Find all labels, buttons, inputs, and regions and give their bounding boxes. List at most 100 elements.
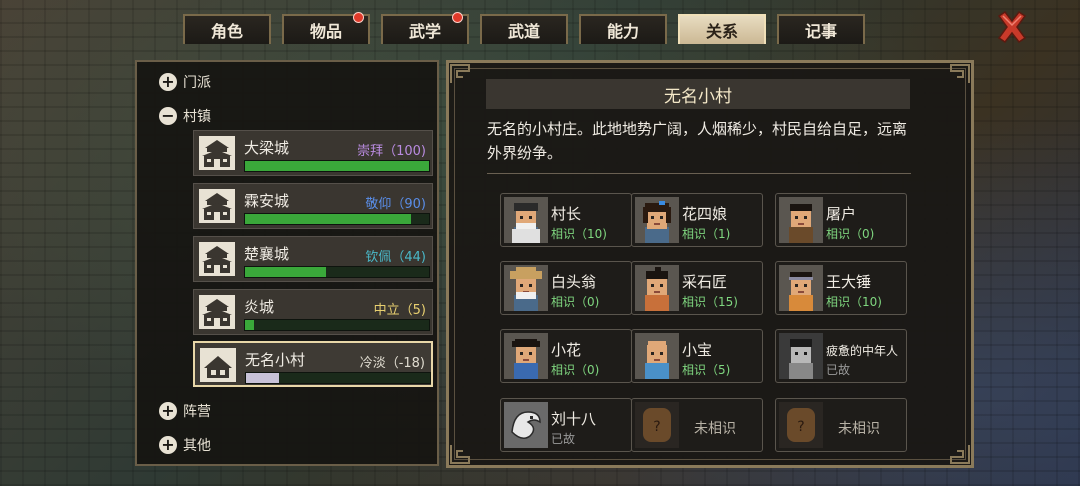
town-row[interactable]: 大梁城 崇拜（100) (193, 130, 433, 176)
npc-card[interactable]: 疲惫的中年人 已故 (775, 329, 907, 383)
faction-list-panel: + 门派 − 村镇 大梁城 崇拜（100) 霖安城 敬仰（90) 楚襄城 钦佩（… (135, 60, 439, 466)
npc-card[interactable]: 小花 相识（0) (500, 329, 632, 383)
city-gate-icon (199, 242, 235, 276)
npc-name: 刘十八 (551, 410, 597, 428)
tab-bar: 角色 物品 武学 武道 能力 关系 记事 (183, 12, 865, 44)
npc-status: 相识（0) (551, 295, 600, 309)
girl-portrait-icon (504, 333, 548, 379)
town-name: 楚襄城 (244, 245, 290, 263)
town-row[interactable]: 无名小村 冷淡（-18) (193, 341, 433, 387)
npc-name: 花四娘 (682, 205, 728, 223)
npc-status: 相识（5) (682, 363, 731, 377)
category-camp[interactable]: + 阵营 (159, 401, 211, 421)
category-label: 村镇 (183, 109, 211, 125)
town-detail-panel: 无名小村 无名的小村庄。此地地势广阔，人烟稀少，村民自给自足，远离外界纷争。 村… (446, 60, 974, 468)
town-row[interactable]: 霖安城 敬仰（90) (193, 183, 433, 229)
butcher-portrait-icon (779, 197, 823, 243)
npc-card[interactable]: 花四娘 相识（1) (631, 193, 763, 247)
npc-status: 已故 (551, 432, 576, 446)
tab-martial-arts[interactable]: 武学 (381, 12, 469, 44)
deceased-portrait-icon (779, 333, 823, 379)
npc-card[interactable]: 刘十八 已故 (500, 398, 632, 452)
close-x-icon[interactable] (995, 10, 1029, 44)
npc-name: 村长 (551, 205, 582, 223)
city-gate-icon (199, 189, 235, 223)
town-row[interactable]: 炎城 中立（5) (193, 289, 433, 335)
reputation-text: 敬仰（90) (365, 197, 426, 212)
elder-portrait-icon (504, 197, 548, 243)
npc-card[interactable]: 白头翁 相识（0) (500, 261, 632, 315)
npc-card-unknown[interactable]: ? 未相识 (775, 398, 907, 452)
tab-label: 角色 (210, 22, 243, 41)
alert-dot-icon (452, 12, 463, 23)
tab-items[interactable]: 物品 (282, 12, 370, 44)
category-town[interactable]: − 村镇 (159, 106, 211, 126)
category-other[interactable]: + 其他 (159, 435, 211, 455)
npc-card[interactable]: 采石匠 相识（15) (631, 261, 763, 315)
reputation-bar (244, 266, 430, 278)
npc-status: 已故 (826, 363, 851, 377)
npc-status: 相识（1) (682, 227, 731, 241)
city-gate-icon (199, 136, 235, 170)
npc-card[interactable]: 屠户 相识（0) (775, 193, 907, 247)
city-gate-icon (199, 295, 235, 329)
category-label: 阵营 (183, 404, 211, 420)
reputation-bar-fill (245, 161, 429, 171)
tab-relations[interactable]: 关系 (678, 14, 766, 44)
npc-status: 相识（0) (826, 227, 875, 241)
corner-ornament-icon (450, 64, 470, 83)
tab-label: 武道 (507, 22, 540, 41)
town-name: 大梁城 (244, 139, 290, 157)
reputation-bar-fill (246, 373, 280, 383)
village-house-icon (200, 348, 236, 382)
npc-name: 王大锤 (826, 273, 872, 291)
tab-abilities[interactable]: 能力 (579, 14, 667, 44)
reputation-text: 中立（5) (373, 303, 426, 318)
tab-label: 记事 (804, 22, 837, 41)
npc-name: 小宝 (682, 341, 713, 359)
npc-name: 采石匠 (682, 273, 728, 291)
npc-card[interactable]: 村长 相识（10) (500, 193, 632, 247)
npc-status: 未相识 (838, 421, 880, 437)
corner-ornament-icon (950, 445, 970, 464)
npc-status: 未相识 (694, 421, 736, 437)
reputation-text: 崇拜（100) (357, 144, 426, 159)
tab-character[interactable]: 角色 (183, 14, 271, 44)
npc-card[interactable]: 小宝 相识（5) (631, 329, 763, 383)
reputation-bar-fill (245, 214, 411, 224)
divider (487, 173, 911, 174)
expand-plus-icon: + (159, 73, 177, 91)
npc-name: 小花 (551, 341, 582, 359)
unknown-portrait-icon: ? (779, 402, 823, 448)
tab-label: 关系 (705, 22, 738, 41)
stonemason-portrait-icon (635, 265, 679, 311)
npc-status: 相识（10) (551, 227, 607, 241)
old-man-hat-portrait-icon (504, 265, 548, 311)
npc-name: 屠户 (826, 205, 857, 223)
town-name: 炎城 (244, 298, 275, 316)
category-label: 门派 (183, 75, 211, 91)
collapse-minus-icon: − (159, 107, 177, 125)
headband-man-portrait-icon (779, 265, 823, 311)
tab-journal[interactable]: 记事 (777, 14, 865, 44)
town-row[interactable]: 楚襄城 钦佩（44) (193, 236, 433, 282)
unknown-portrait-icon: ? (635, 402, 679, 448)
reputation-bar (244, 213, 430, 225)
npc-name: 白头翁 (551, 273, 597, 291)
expand-plus-icon: + (159, 402, 177, 420)
npc-name: 疲惫的中年人 (826, 344, 899, 358)
category-label: 其他 (183, 438, 211, 454)
town-description: 无名的小村庄。此地地势广阔，人烟稀少，村民自给自足，远离外界纷争。 (487, 120, 908, 162)
town-title: 无名小村 (486, 79, 910, 109)
woman-portrait-icon (635, 197, 679, 243)
tab-label: 武学 (408, 22, 441, 41)
corner-ornament-icon (450, 445, 470, 464)
reputation-bar (245, 372, 431, 384)
tab-martial-way[interactable]: 武道 (480, 14, 568, 44)
reputation-text: 冷淡（-18) (359, 356, 425, 371)
town-name: 霖安城 (244, 192, 290, 210)
reputation-bar-fill (245, 267, 326, 277)
category-sect[interactable]: + 门派 (159, 72, 211, 92)
npc-card[interactable]: 王大锤 相识（10) (775, 261, 907, 315)
npc-card-unknown[interactable]: ? 未相识 (631, 398, 763, 452)
